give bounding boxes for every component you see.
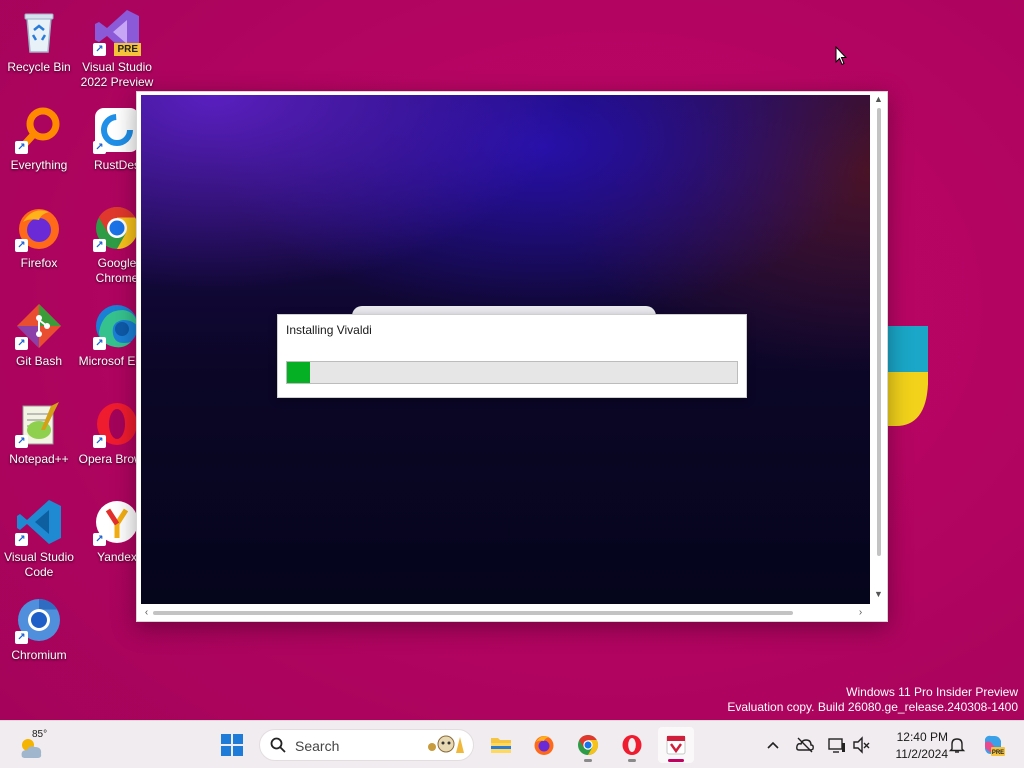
- horizontal-scrollbar-thumb[interactable]: [153, 611, 793, 615]
- shortcut-arrow-icon: ↗: [15, 337, 28, 350]
- taskbar-clock[interactable]: 12:40 PM 11/2/2024: [880, 729, 949, 763]
- mouse-cursor-icon: [835, 45, 848, 66]
- yandex-icon: ↗: [93, 498, 141, 546]
- desktop-icon-label: Git Bash: [15, 354, 63, 368]
- taskbar-file-explorer[interactable]: [483, 727, 519, 763]
- rustdesk-icon: ↗: [93, 106, 141, 154]
- recycle-bin-icon: [15, 8, 63, 56]
- watermark-line-2: Evaluation copy. Build 26080.ge_release.…: [727, 700, 1018, 714]
- scroll-right-icon[interactable]: ›: [855, 607, 866, 618]
- desktop-icon-notepad-plus-plus[interactable]: ↗ Notepad++: [0, 400, 78, 467]
- chrome-icon: [578, 734, 599, 756]
- desktop-icon-label: Chromium: [11, 648, 67, 662]
- vivaldi-installer-icon: [666, 735, 686, 755]
- notepad-plus-plus-icon: ↗: [15, 400, 63, 448]
- shortcut-arrow-icon: ↗: [93, 141, 106, 154]
- desktop-icon-label: Visual Studio Code: [4, 550, 74, 579]
- weather-temperature: 85°: [32, 729, 48, 740]
- desktop-icon-label: Recycle Bin: [7, 60, 71, 74]
- svg-text:PRE: PRE: [992, 750, 1004, 756]
- shortcut-arrow-icon: ↗: [15, 533, 28, 546]
- taskbar-chrome[interactable]: [570, 727, 606, 763]
- search-icon: [270, 737, 286, 753]
- search-placeholder: Search: [295, 738, 340, 754]
- clock-time: 12:40 PM: [896, 730, 948, 744]
- cloud-offline-icon[interactable]: [795, 735, 815, 755]
- notification-bell-icon[interactable]: [947, 735, 967, 755]
- scroll-up-icon[interactable]: ▲: [873, 94, 884, 105]
- chromium-icon: ↗: [15, 596, 63, 644]
- weather-widget[interactable]: 85°: [16, 727, 64, 763]
- shortcut-arrow-icon: ↗: [15, 141, 28, 154]
- edge-icon: ↗: [93, 302, 141, 350]
- magnifier-icon: ↗: [15, 106, 63, 154]
- vscode-icon: ↗: [15, 498, 63, 546]
- copilot-preview-icon[interactable]: PRE: [981, 733, 1005, 757]
- search-highlight-icon: [428, 735, 464, 753]
- git-bash-icon: ↗: [15, 302, 63, 350]
- running-indicator: [584, 759, 592, 762]
- pre-badge: PRE: [114, 43, 141, 56]
- vertical-scrollbar[interactable]: ▲ ▼: [870, 92, 887, 604]
- desktop-icon-label: Notepad++: [9, 452, 69, 466]
- evaluation-watermark: Windows 11 Pro Insider Preview Evaluatio…: [727, 685, 1018, 715]
- scroll-down-icon[interactable]: ▼: [873, 589, 884, 600]
- shortcut-arrow-icon: ↗: [15, 435, 28, 448]
- shortcut-arrow-icon: ↗: [93, 533, 106, 546]
- display-network-icon[interactable]: [827, 735, 847, 755]
- desktop-icon-firefox[interactable]: ↗ Firefox: [0, 204, 78, 271]
- scroll-left-icon[interactable]: ‹: [141, 607, 152, 618]
- taskbar-vivaldi-installer[interactable]: [658, 727, 694, 763]
- shortcut-arrow-icon: ↗: [93, 43, 106, 56]
- vertical-scrollbar-thumb[interactable]: [877, 108, 881, 556]
- desktop-icon-recycle-bin[interactable]: Recycle Bin: [0, 8, 78, 75]
- chrome-icon: ↗: [93, 204, 141, 252]
- desktop-icon-label: Everything: [10, 158, 68, 172]
- firefox-icon: ↗: [15, 204, 63, 252]
- taskbar-firefox[interactable]: [526, 727, 562, 763]
- clock-date: 11/2/2024: [895, 747, 949, 761]
- volume-muted-icon[interactable]: [852, 735, 872, 755]
- watermark-line-1: Windows 11 Pro Insider Preview: [846, 685, 1018, 699]
- shortcut-arrow-icon: ↗: [15, 631, 28, 644]
- desktop-icon-chromium[interactable]: ↗ Chromium: [0, 596, 78, 663]
- shortcut-arrow-icon: ↗: [15, 239, 28, 252]
- dialog-title: Installing Vivaldi: [286, 323, 372, 337]
- install-progress-bar: [286, 361, 738, 384]
- taskbar-search-box[interactable]: Search: [259, 729, 474, 761]
- opera-icon: [622, 735, 642, 755]
- desktop-icon-label: Visual Studio 2022 Preview: [80, 60, 154, 89]
- shortcut-arrow-icon: ↗: [93, 435, 106, 448]
- install-progress-dialog: Installing Vivaldi: [277, 314, 747, 398]
- shortcut-arrow-icon: ↗: [93, 239, 106, 252]
- firefox-icon: [534, 736, 554, 755]
- install-progress-fill: [287, 362, 310, 383]
- shortcut-arrow-icon: ↗: [93, 337, 106, 350]
- windows-logo-icon: [221, 734, 243, 756]
- taskbar-opera[interactable]: [614, 727, 650, 763]
- folder-icon: [491, 738, 511, 753]
- desktop-icon-label: Firefox: [20, 256, 58, 270]
- desktop-icon-visual-studio-code[interactable]: ↗ Visual Studio Code: [0, 498, 78, 580]
- start-button[interactable]: [214, 727, 250, 763]
- desktop-icon-visual-studio-preview[interactable]: PRE ↗ Visual Studio 2022 Preview: [78, 8, 156, 90]
- show-hidden-icons-chevron-up-icon[interactable]: [763, 735, 783, 755]
- opera-icon: ↗: [93, 400, 141, 448]
- desktop-icon-git-bash[interactable]: ↗ Git Bash: [0, 302, 78, 369]
- taskbar: 85° Search 12:40 PM 11/2/2024 PRE: [0, 720, 1024, 768]
- horizontal-scrollbar[interactable]: ‹ ›: [137, 604, 870, 621]
- running-indicator: [628, 759, 636, 762]
- visual-studio-icon: PRE ↗: [93, 8, 141, 56]
- desktop-icon-everything[interactable]: ↗ Everything: [0, 106, 78, 173]
- active-window-indicator: [668, 759, 684, 762]
